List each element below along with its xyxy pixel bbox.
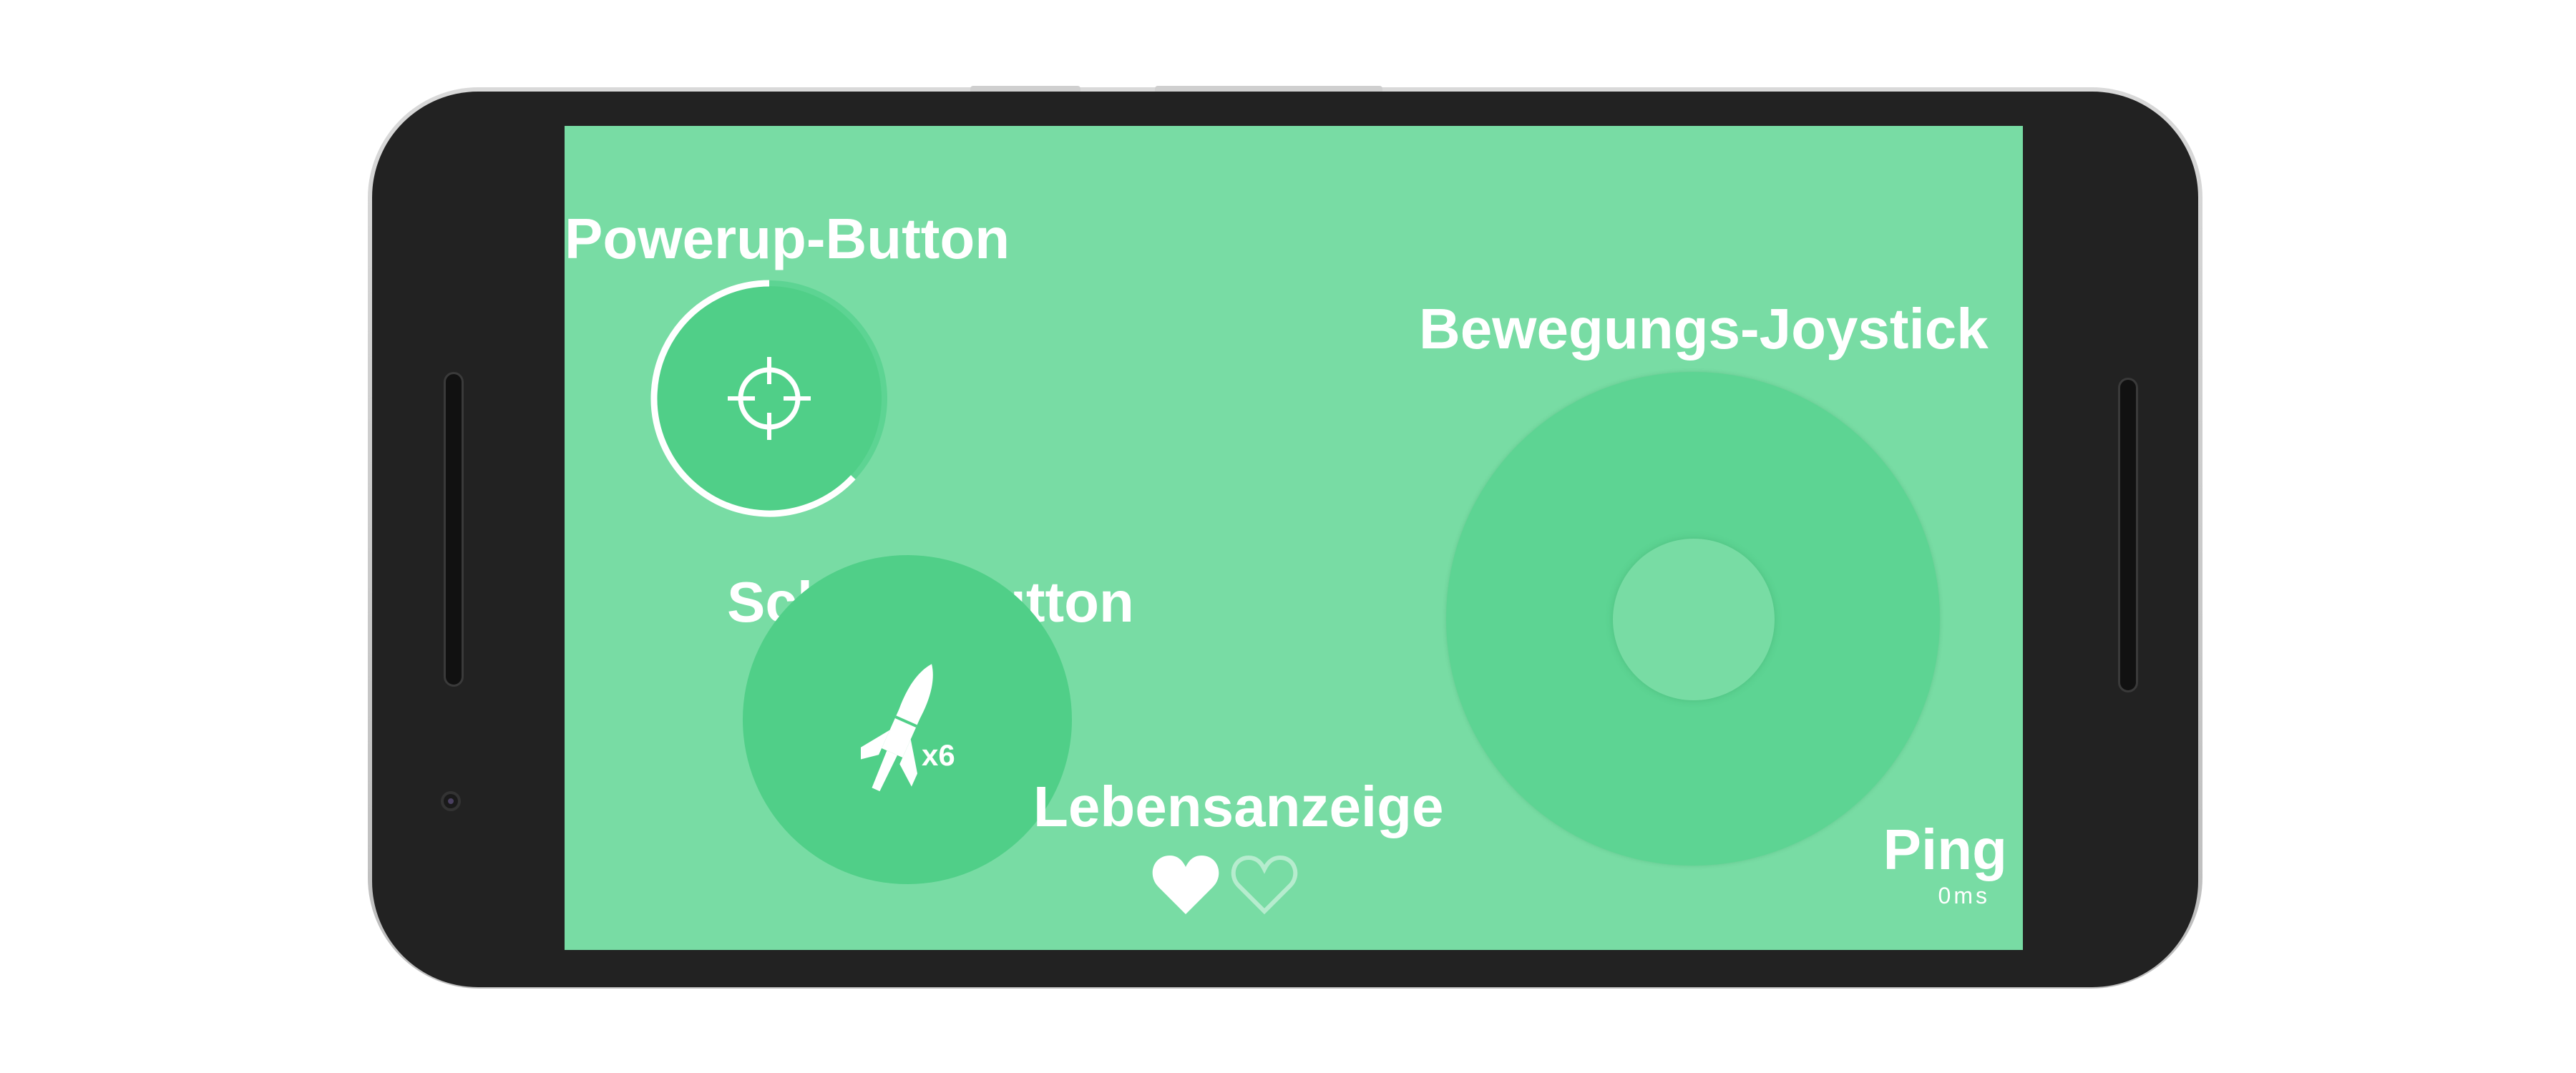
- lives-label: Lebensanzeige: [1033, 775, 1444, 838]
- phone-volume-button: [1155, 86, 1382, 92]
- powerup-label: Powerup-Button: [565, 207, 1010, 270]
- phone-camera: [441, 791, 461, 811]
- game-screen: Powerup-Button Schuss-Button x6: [565, 126, 2023, 950]
- ping-label: Ping: [1883, 818, 2007, 881]
- crosshair-icon: [728, 357, 811, 440]
- rocket-icon: [861, 664, 933, 792]
- phone-speaker-left: [444, 372, 464, 687]
- ammo-count: x6: [922, 738, 955, 772]
- movement-joystick[interactable]: [1446, 372, 1940, 866]
- joystick-label: Bewegungs-Joystick: [1419, 297, 1989, 361]
- heart-outline-icon: [1231, 855, 1298, 915]
- ping-value: 0ms: [1938, 883, 1990, 908]
- shoot-button[interactable]: x6: [743, 555, 1072, 884]
- phone-side-button: [970, 86, 1080, 92]
- heart-filled-icon: [1152, 856, 1219, 914]
- joystick-knob[interactable]: [1613, 539, 1775, 700]
- powerup-button[interactable]: [645, 275, 893, 522]
- phone-speaker-right: [2118, 378, 2138, 692]
